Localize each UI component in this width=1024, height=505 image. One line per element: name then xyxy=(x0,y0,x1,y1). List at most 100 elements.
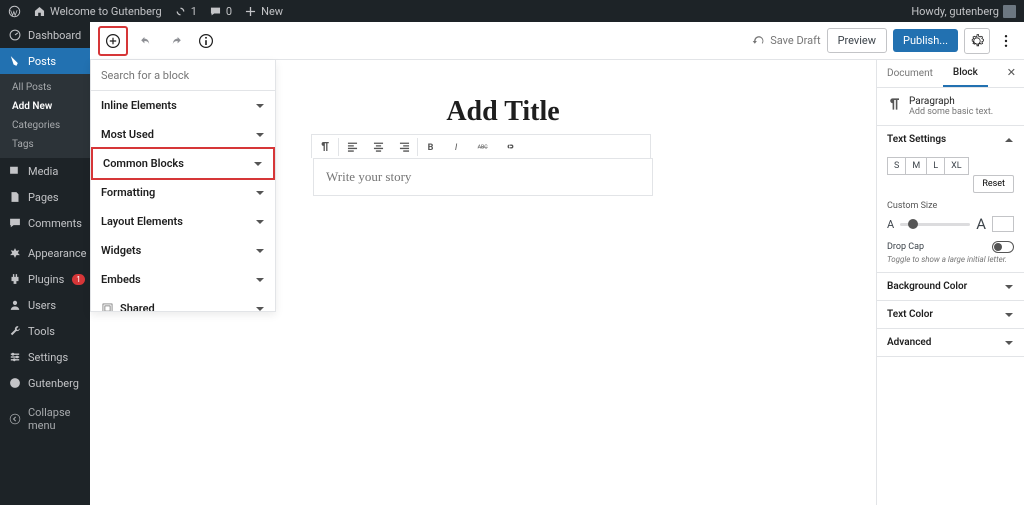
link-button[interactable] xyxy=(496,136,522,158)
post-title-input[interactable]: Add Title xyxy=(446,96,559,128)
sidebar-sub-add-new[interactable]: Add New xyxy=(0,97,90,116)
cat-formatting[interactable]: Formatting xyxy=(91,178,275,207)
tab-block[interactable]: Block xyxy=(943,60,988,87)
font-size-presets: S M L XL xyxy=(887,157,1014,175)
publish-button[interactable]: Publish... xyxy=(893,29,958,52)
chevron-down-icon xyxy=(253,159,263,169)
block-toolbar: B I ABC xyxy=(311,134,651,158)
cat-common-blocks[interactable]: Common Blocks xyxy=(91,147,275,180)
slider-thumb[interactable] xyxy=(908,219,918,229)
editor-topbar: Save Draft Preview Publish... xyxy=(90,22,1024,60)
sidebar-item-media[interactable]: Media xyxy=(0,158,90,184)
close-settings-button[interactable]: ✕ xyxy=(1007,66,1016,79)
sidebar-item-posts[interactable]: Posts xyxy=(0,48,90,74)
paragraph-block[interactable]: Write your story xyxy=(313,158,653,196)
cat-label: Widgets xyxy=(101,244,141,257)
plugins-update-badge: 1 xyxy=(72,274,85,285)
new-content-link[interactable]: New xyxy=(244,5,283,18)
save-draft-button[interactable]: Save Draft xyxy=(752,34,820,48)
sidebar-sub-tags[interactable]: Tags xyxy=(0,135,90,154)
sidebar-sub-all-posts[interactable]: All Posts xyxy=(0,78,90,97)
align-center-button[interactable] xyxy=(365,136,391,158)
add-block-button[interactable] xyxy=(101,29,125,53)
preview-button[interactable]: Preview xyxy=(827,28,887,53)
sidebar-item-appearance[interactable]: Appearance xyxy=(0,240,90,266)
size-s-button[interactable]: S xyxy=(887,157,906,175)
align-left-button[interactable] xyxy=(339,136,365,158)
size-xl-button[interactable]: XL xyxy=(944,157,969,175)
editor-main: Save Draft Preview Publish... Inline Ele… xyxy=(90,22,1024,505)
bold-button[interactable]: B xyxy=(418,136,444,158)
new-label: New xyxy=(261,5,283,18)
text-settings-toggle[interactable]: Text Settings xyxy=(887,134,1014,145)
cat-shared[interactable]: Shared xyxy=(91,294,275,311)
font-size-input[interactable] xyxy=(992,216,1014,232)
sidebar-item-comments[interactable]: Comments xyxy=(0,210,90,236)
panel-title: Text Settings xyxy=(887,134,946,145)
howdy-user-link[interactable]: Howdy, gutenberg xyxy=(911,5,1016,18)
sidebar-item-users[interactable]: Users xyxy=(0,292,90,318)
admin-sidebar: Dashboard Posts All Posts Add New Catego… xyxy=(0,22,90,505)
large-a-icon: A xyxy=(976,215,986,233)
chevron-down-icon xyxy=(255,101,265,111)
sidebar-item-pages[interactable]: Pages xyxy=(0,184,90,210)
text-color-panel[interactable]: Text Color xyxy=(877,301,1024,329)
sidebar-item-plugins[interactable]: Plugins 1 xyxy=(0,266,90,292)
sidebar-sub-categories[interactable]: Categories xyxy=(0,116,90,135)
italic-button[interactable]: I xyxy=(444,136,470,158)
site-home-link[interactable]: Welcome to Gutenberg xyxy=(33,5,162,18)
dropcap-toggle[interactable] xyxy=(992,241,1014,253)
sidebar-item-dashboard[interactable]: Dashboard xyxy=(0,22,90,48)
strikethrough-button[interactable]: ABC xyxy=(470,136,496,158)
cat-most-used[interactable]: Most Used xyxy=(91,120,275,149)
cat-label: Common Blocks xyxy=(103,157,184,170)
sidebar-item-label: Media xyxy=(28,165,58,178)
more-menu-button[interactable] xyxy=(996,28,1016,54)
cat-label: Most Used xyxy=(101,128,154,141)
content-info-button[interactable] xyxy=(194,29,218,53)
chevron-up-icon xyxy=(1004,135,1014,145)
sidebar-item-settings[interactable]: Settings xyxy=(0,344,90,370)
block-search[interactable] xyxy=(91,60,275,91)
cat-widgets[interactable]: Widgets xyxy=(91,236,275,265)
block-search-input[interactable] xyxy=(101,69,265,82)
sidebar-item-gutenberg[interactable]: Gutenberg xyxy=(0,370,90,396)
redo-button[interactable] xyxy=(164,29,188,53)
chevron-down-icon xyxy=(1004,338,1014,348)
panel-title: Text Color xyxy=(887,309,933,320)
size-m-button[interactable]: M xyxy=(905,157,927,175)
advanced-panel[interactable]: Advanced xyxy=(877,329,1024,357)
updates-count: 1 xyxy=(191,5,197,18)
sidebar-item-label: Appearance xyxy=(28,247,87,260)
comments-count: 0 xyxy=(226,5,232,18)
sidebar-item-label: Comments xyxy=(28,217,82,230)
comments-link[interactable]: 0 xyxy=(209,5,232,18)
cat-layout-elements[interactable]: Layout Elements xyxy=(91,207,275,236)
tab-document[interactable]: Document xyxy=(877,60,943,87)
settings-tabs: Document Block ✕ xyxy=(877,60,1024,88)
cat-inline-elements[interactable]: Inline Elements xyxy=(91,91,275,120)
cat-label: Formatting xyxy=(101,186,155,199)
sidebar-item-tools[interactable]: Tools xyxy=(0,318,90,344)
undo-button[interactable] xyxy=(134,29,158,53)
chevron-down-icon xyxy=(1004,282,1014,292)
wordpress-logo-icon[interactable] xyxy=(8,5,21,18)
cat-embeds[interactable]: Embeds xyxy=(91,265,275,294)
sidebar-collapse[interactable]: Collapse menu xyxy=(0,400,90,438)
size-l-button[interactable]: L xyxy=(926,157,945,175)
block-category-list[interactable]: Inline Elements Most Used Common Blocks … xyxy=(91,91,275,311)
sidebar-item-label: Users xyxy=(28,299,56,312)
updates-link[interactable]: 1 xyxy=(174,5,197,18)
chevron-down-icon xyxy=(255,188,265,198)
reset-size-button[interactable]: Reset xyxy=(973,175,1014,193)
chevron-down-icon xyxy=(255,275,265,285)
svg-text:ABC: ABC xyxy=(477,144,488,150)
font-size-slider[interactable] xyxy=(900,223,970,226)
settings-toggle-button[interactable] xyxy=(964,28,990,54)
paragraph-block-icon[interactable] xyxy=(312,136,338,158)
background-color-panel[interactable]: Background Color xyxy=(877,273,1024,301)
align-right-button[interactable] xyxy=(391,136,417,158)
block-description: Add some basic text. xyxy=(909,107,993,117)
site-name: Welcome to Gutenberg xyxy=(50,5,162,18)
sidebar-item-label: Plugins xyxy=(28,273,64,286)
